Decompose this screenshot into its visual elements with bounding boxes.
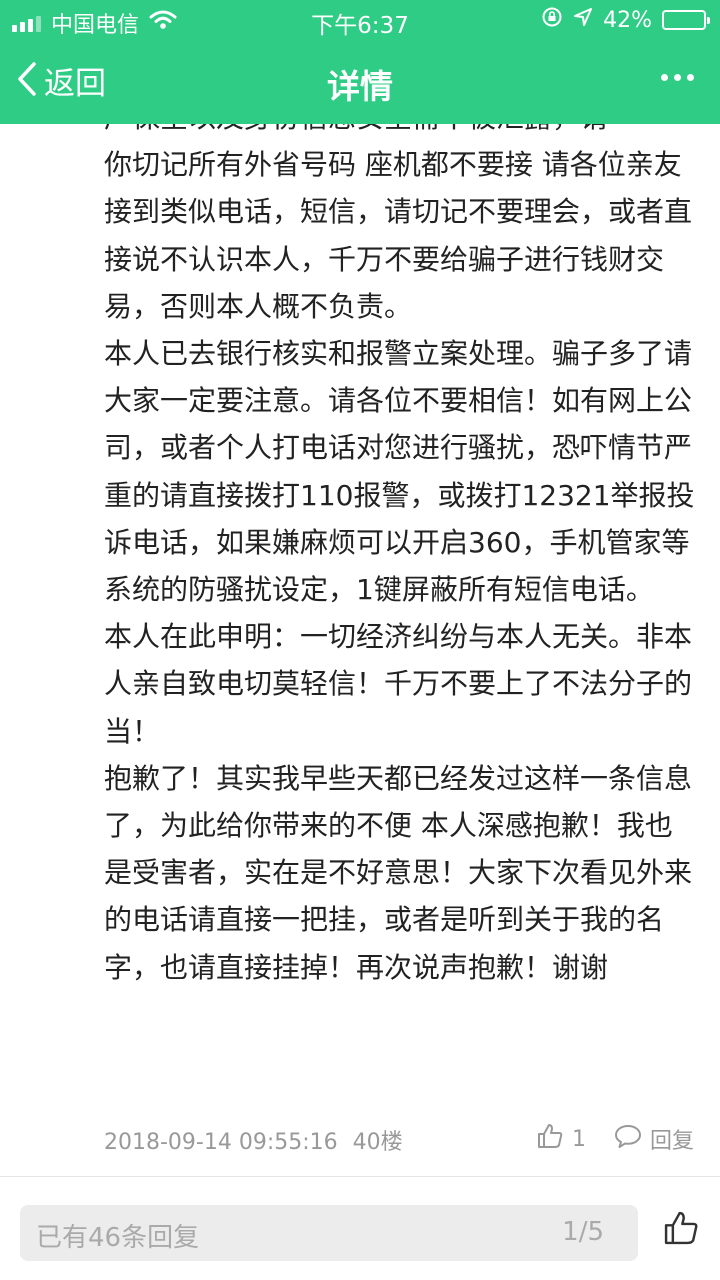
post-meta: 2018-09-14 09:55:16 40楼 1 回复: [104, 1122, 694, 1156]
post-paragraph: 本人已去银行核实和报警立案处理。骗子多了请大家一定要注意。请各位不要相信！如有网…: [104, 337, 695, 607]
post-actions: 1 回复: [536, 1122, 694, 1156]
nav-bar: 返回 详情: [0, 40, 720, 124]
more-icon[interactable]: [661, 62, 694, 93]
post-text: 产保全以及身份信息安全需不被泄露，请 你切记所有外省号码 座机都不要接 请各位亲…: [104, 124, 700, 991]
like-count: 1: [571, 1126, 586, 1152]
status-right: 42%: [541, 6, 710, 34]
post-content: 产保全以及身份信息安全需不被泄露，请 你切记所有外省号码 座机都不要接 请各位亲…: [0, 124, 720, 1174]
post-paragraph: 你切记所有外省号码 座机都不要接 请各位亲友接到类似电话，短信，请切记不要理会，…: [104, 148, 693, 323]
location-icon: [573, 7, 593, 33]
battery-icon: [662, 10, 710, 30]
reply-count-text: 已有46条回复: [36, 1223, 200, 1253]
like-button[interactable]: 1: [536, 1122, 586, 1156]
reply-button[interactable]: 回复: [614, 1123, 694, 1155]
reply-label: 回复: [649, 1129, 694, 1154]
status-bar: 中国电信 下午6:37 42%: [0, 0, 720, 40]
post-paragraph: 本人在此申明：一切经济纠纷与本人无关。非本人亲自致电切莫轻信！千万不要上了不法分…: [104, 620, 693, 748]
bottom-like-button[interactable]: [662, 1209, 700, 1251]
post-partial-line: 产保全以及身份信息安全需不被泄露，请: [104, 124, 700, 141]
reply-input[interactable]: 已有46条回复 1/5: [20, 1205, 638, 1261]
thumbs-up-icon: [662, 1211, 700, 1251]
thumbs-up-icon: [536, 1122, 564, 1156]
page-title: 详情: [327, 67, 393, 106]
post-timestamp: 2018-09-14 09:55:16: [104, 1130, 338, 1155]
post-paragraph: 抱歉了！其实我早些天都已经发过这样一条信息了，为此给你带来的不便 本人深感抱歉！…: [104, 761, 693, 984]
post-floor: 40楼: [352, 1130, 403, 1155]
comment-icon: [614, 1123, 642, 1155]
battery-percent: 42%: [603, 7, 652, 33]
post-meta-left: 2018-09-14 09:55:16 40楼: [104, 1124, 403, 1156]
page-indicator[interactable]: 1/5: [562, 1217, 604, 1247]
lock-rotation-icon: [541, 6, 563, 34]
bottom-bar: 已有46条回复 1/5: [0, 1177, 720, 1280]
header: 中国电信 下午6:37 42% 返回 详情: [0, 0, 720, 124]
